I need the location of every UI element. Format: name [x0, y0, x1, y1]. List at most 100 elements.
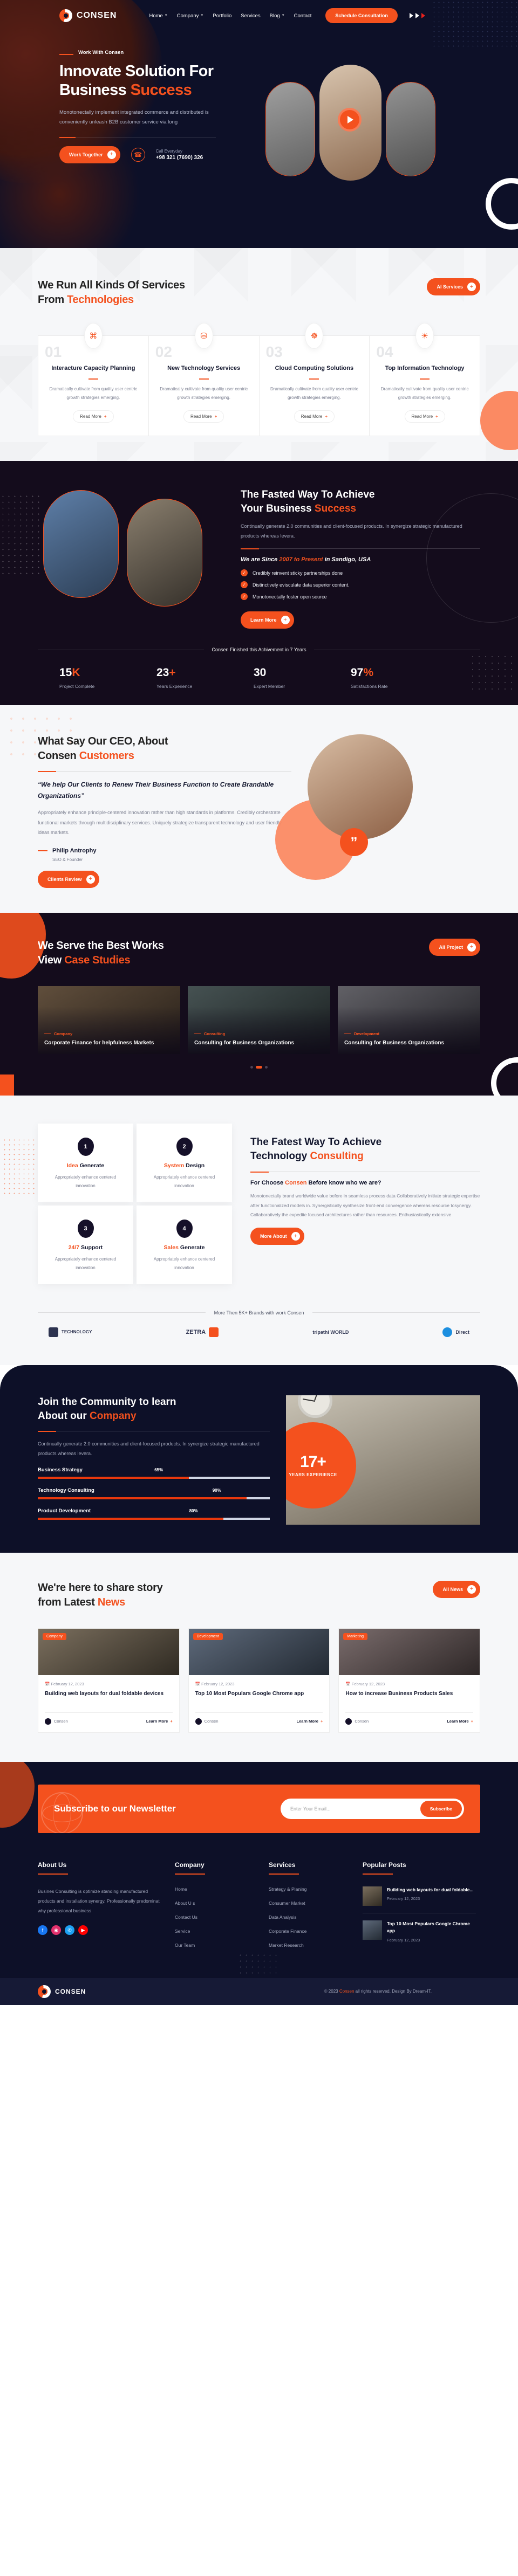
step-card[interactable]: 2 System Design Appropriately enhance ce… [137, 1123, 232, 1202]
footer-link-our-team[interactable]: Our Team [175, 1943, 256, 1948]
nav-item-services[interactable]: Services [241, 13, 260, 19]
footer-link-corporate-finance[interactable]: Corporate Finance [269, 1928, 350, 1934]
newsletter-title: Subscribe to our Newsletter [54, 1803, 176, 1814]
nav-item-blog[interactable]: Blog ▼ [270, 13, 285, 19]
news-card[interactable]: Marketing 📅 February 12, 2023 How to inc… [338, 1628, 481, 1733]
testimonial-media: ” [275, 734, 480, 880]
popular-post-item[interactable]: Top 10 Most Populars Google Chrome app F… [363, 1920, 476, 1950]
nav-item-portfolio[interactable]: Portfolio [213, 13, 231, 19]
step-card[interactable]: 1 Idea Generate Appropriately enhance ce… [38, 1123, 133, 1202]
about-divider [241, 548, 480, 550]
call-number[interactable]: +98 321 (7690) 326 [156, 155, 203, 161]
years-label: YEARS EXPERIENCE [289, 1472, 337, 1478]
popular-post-item[interactable]: Building web layouts for dual foldable..… [363, 1886, 476, 1913]
case-card[interactable]: Company Corporate Finance for helpfulnes… [38, 986, 180, 1054]
work-together-button[interactable]: Work Together + [59, 146, 120, 163]
footer-brand-logo[interactable]: CONSEN [38, 1985, 86, 1998]
carousel-dot[interactable] [250, 1065, 253, 1069]
service-card[interactable]: ☸ 03 Cloud Computing Solutions Dramatica… [260, 323, 370, 436]
play-video-button[interactable] [338, 108, 362, 132]
clients-review-button[interactable]: Clients Review + [38, 870, 99, 888]
read-more-button[interactable]: Read More + [294, 410, 335, 423]
circle-decoration [491, 1057, 518, 1096]
footer-link-strategy-planing[interactable]: Strategy & Planing [269, 1886, 350, 1892]
instagram-icon[interactable]: ◉ [51, 1925, 61, 1936]
learn-more-link[interactable]: Learn More + [447, 1719, 473, 1724]
learn-more-link[interactable]: Learn More + [297, 1719, 323, 1724]
carousel-dots[interactable] [38, 1065, 480, 1069]
footer-link-home[interactable]: Home [175, 1886, 256, 1892]
read-more-button[interactable]: Read More + [73, 410, 114, 423]
news-author: Consen [195, 1718, 219, 1725]
news-tag-badge: Company [43, 1633, 66, 1640]
schedule-consultation-button[interactable]: Schedule Consultation [325, 8, 398, 23]
chevron-down-icon: ▼ [164, 14, 168, 17]
footer-link-market-research[interactable]: Market Research [269, 1943, 350, 1948]
facebook-icon[interactable]: f [38, 1925, 47, 1936]
service-card[interactable]: ☀ 04 Top Information Technology Dramatic… [370, 323, 480, 436]
slider-arrows[interactable] [409, 13, 425, 18]
step-description: Appropriately enhance centered innovatio… [153, 1256, 215, 1270]
about-section: The Fasted Way To Achieve Your Business … [0, 461, 518, 706]
footer-link-service[interactable]: Service [175, 1928, 256, 1934]
service-card[interactable]: ⌘ 01 Interacture Capacity Planning Drama… [38, 323, 149, 436]
stat-number: 97 [351, 666, 364, 679]
news-date: 📅 February 12, 2023 [345, 1681, 385, 1686]
quote-glyph: ” [350, 834, 358, 850]
consulting-subtitle-brand: Consen [285, 1179, 307, 1186]
case-category-label: Company [54, 1031, 73, 1037]
news-card[interactable]: Company 📅 February 12, 2023 Building web… [38, 1628, 180, 1733]
footer-link-about[interactable]: About U s [175, 1900, 256, 1906]
learn-more-link[interactable]: Learn More + [146, 1719, 173, 1724]
email-input[interactable] [290, 1806, 420, 1812]
about-media [38, 485, 227, 609]
arrow-right-icon-active[interactable] [421, 13, 425, 18]
skill-percent: 65% [154, 1468, 163, 1472]
brands-divider: More Then 5K+ Brands with work Consen [38, 1310, 481, 1315]
since-prefix: We are Since [241, 556, 280, 563]
news-title-line2b: News [97, 1596, 125, 1608]
youtube-icon[interactable]: ▶ [78, 1925, 88, 1936]
case-card[interactable]: Development Consulting for Business Orga… [338, 986, 480, 1054]
brand-logo[interactable]: CONSEN [59, 9, 117, 22]
service-number: 02 [155, 343, 172, 360]
learn-more-button[interactable]: Learn More + [241, 611, 294, 629]
consulting-title-line2a: Technology [250, 1151, 310, 1162]
service-card[interactable]: ⛁ 02 New Technology Services Dramaticall… [149, 323, 260, 436]
step-card[interactable]: 3 24/7 Support Appropriately enhance cen… [38, 1205, 133, 1284]
news-headline[interactable]: Building web layouts for dual foldable d… [45, 1690, 173, 1707]
nav-item-company[interactable]: Company ▼ [177, 13, 204, 19]
carousel-dot-active[interactable] [256, 1065, 262, 1069]
nav-item-home[interactable]: Home ▼ [149, 13, 167, 19]
all-project-button[interactable]: All Project + [429, 938, 480, 956]
news-card[interactable]: Development 📅 February 12, 2023 Top 10 M… [188, 1628, 330, 1733]
case-card[interactable]: Consulting Consulting for Business Organ… [188, 986, 330, 1054]
testimonial-author: Philip Antrophy [38, 848, 291, 854]
arrow-right-icon-2[interactable] [415, 13, 419, 18]
step-card[interactable]: 4 Sales Generate Appropriately enhance c… [137, 1205, 232, 1284]
avatar [195, 1718, 202, 1725]
news-headline[interactable]: How to increase Business Products Sales [345, 1690, 473, 1707]
case-category-label: Consulting [204, 1031, 226, 1037]
read-more-button[interactable]: Read More + [404, 410, 445, 423]
brand-mark-icon [49, 1327, 58, 1337]
footer-link-contact[interactable]: Contact Us [175, 1914, 256, 1920]
consulting-title-line1: The Fatest Way To Achieve [250, 1136, 382, 1148]
subscribe-button[interactable]: Subscribe [420, 1800, 462, 1817]
footer-link-data-analysis[interactable]: Data Analysis [269, 1914, 350, 1920]
all-news-button[interactable]: All News + [433, 1580, 480, 1598]
read-more-button[interactable]: Read More + [183, 410, 224, 423]
footer-link-consumer-market[interactable]: Consumer Market [269, 1900, 350, 1906]
about-bullet-text: Credibly reinvent sticky partnerships do… [253, 570, 343, 576]
carousel-dot[interactable] [265, 1065, 268, 1069]
more-about-label: More About [260, 1234, 287, 1239]
step-number-badge: 3 [77, 1219, 94, 1238]
news-headline[interactable]: Top 10 Most Populars Google Chrome app [195, 1690, 323, 1707]
circle-decoration [486, 178, 518, 230]
services-section: We Run All Kinds Of Services From Techno… [0, 248, 518, 462]
arrow-right-icon[interactable] [409, 13, 413, 18]
nav-item-contact[interactable]: Contact [294, 13, 312, 19]
more-about-button[interactable]: More About + [250, 1228, 304, 1245]
all-services-button[interactable]: Al Services + [427, 278, 480, 295]
twitter-icon[interactable]: ✆ [65, 1925, 74, 1936]
